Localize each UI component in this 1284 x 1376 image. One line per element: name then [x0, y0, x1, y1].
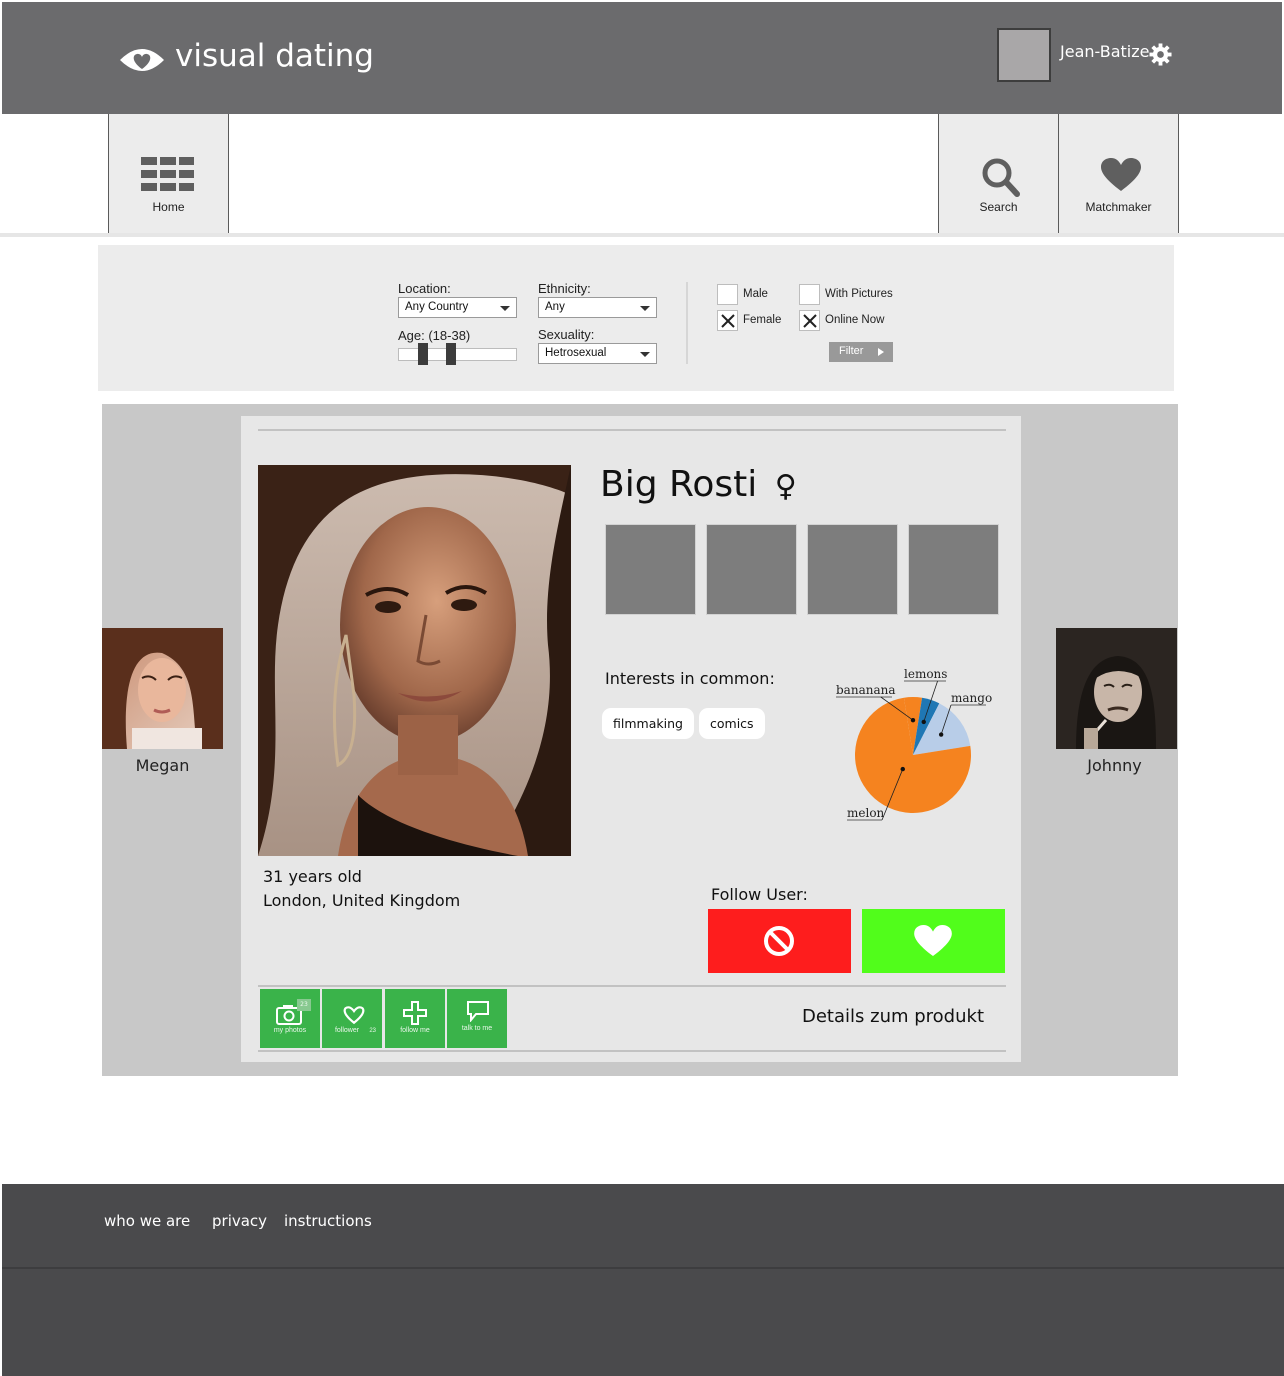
next-profile-name[interactable]: Johnny [1054, 756, 1175, 775]
card-top-rule [258, 429, 1006, 431]
my-photos-count: 23 [297, 999, 311, 1011]
user-name[interactable]: Jean-Batize [1060, 42, 1149, 61]
chevron-right-icon [878, 348, 884, 356]
eye-heart-logo-icon[interactable] [118, 44, 166, 76]
footer-divider [2, 1267, 1284, 1269]
chat-bubble-icon [467, 1001, 489, 1022]
profile-thumbnail[interactable] [807, 524, 898, 615]
pie-label-mango: mango [951, 691, 992, 705]
logo-text[interactable]: visual dating [175, 38, 374, 74]
search-icon [982, 158, 1020, 197]
prev-profile-name[interactable]: Megan [102, 756, 223, 775]
footer [2, 1184, 1284, 1376]
card-actions-rule-top [258, 985, 1006, 987]
male-checkbox[interactable] [717, 284, 738, 305]
interests-pie-chart: melon bananana lemons mango [836, 667, 992, 821]
filter-button-label: Filter [839, 345, 864, 357]
interest-tag[interactable]: comics [699, 708, 765, 739]
pie-leader-dot [921, 719, 926, 725]
plus-icon [403, 1001, 427, 1025]
settings-gear-icon[interactable] [1149, 43, 1172, 66]
filter-button[interactable]: Filter [829, 342, 893, 362]
location-value: Any Country [405, 301, 469, 313]
sexuality-label: Sexuality: [538, 327, 595, 342]
ethnicity-select[interactable]: Any [538, 297, 657, 318]
pie-label-bananana: bananana [836, 683, 895, 697]
check-x-icon [721, 314, 735, 328]
details-link[interactable]: Details zum produkt [802, 1006, 984, 1027]
nav-matchmaker-button[interactable]: Matchmaker [1058, 114, 1179, 234]
profile-age: 31 years old [263, 867, 362, 886]
age-label: Age: (18-38) [398, 328, 471, 343]
interests-title: Interests in common: [605, 669, 775, 688]
follow-like-button[interactable] [862, 909, 1005, 973]
female-gender-icon: ♀ [774, 469, 797, 504]
profile-main-photo[interactable] [258, 465, 571, 856]
follow-me-button[interactable]: follow me [385, 989, 445, 1048]
sexuality-select[interactable]: Hetrosexual [538, 343, 657, 364]
sexuality-value: Hetrosexual [545, 347, 607, 359]
heart-icon [1101, 158, 1141, 191]
footer-link-who-we-are[interactable]: who we are [104, 1212, 190, 1230]
profile-location: London, United Kingdom [263, 891, 461, 910]
pie-leader-dot [910, 718, 916, 723]
chevron-down-icon [640, 306, 650, 311]
profile-name: Big Rosti ♀ [600, 464, 797, 505]
nav-matchmaker-label: Matchmaker [1085, 200, 1152, 214]
block-user-button[interactable] [708, 909, 851, 973]
my-photos-button[interactable]: 23 my photos [260, 989, 320, 1048]
profile-thumbnail[interactable] [706, 524, 797, 615]
ethnicity-label: Ethnicity: [538, 281, 591, 296]
pie-leader-dot [900, 766, 905, 772]
female-checkbox[interactable] [717, 310, 738, 331]
footer-link-instructions[interactable]: instructions [284, 1212, 372, 1230]
profile-name-text: Big Rosti [600, 464, 758, 505]
location-select[interactable]: Any Country [398, 297, 517, 318]
nav-search-label: Search [979, 200, 1018, 214]
talk-to-me-button[interactable]: talk to me [447, 989, 507, 1048]
profile-thumbnail[interactable] [605, 524, 696, 615]
filter-panel [98, 245, 1174, 391]
online-now-label: Online Now [825, 314, 885, 326]
no-entry-icon [764, 926, 794, 956]
ethnicity-value: Any [545, 301, 565, 313]
profile-thumbnail[interactable] [908, 524, 999, 615]
talk-to-me-label: talk to me [461, 1025, 493, 1032]
user-avatar[interactable] [997, 28, 1051, 82]
footer-link-privacy[interactable]: privacy [212, 1212, 267, 1230]
nav-search-button[interactable]: Search [938, 114, 1059, 234]
prev-profile-photo[interactable] [102, 628, 223, 749]
age-slider-min-handle[interactable] [418, 343, 428, 365]
follow-me-label: follow me [400, 1027, 430, 1034]
card-actions-rule-bottom [258, 1050, 1006, 1052]
check-x-icon [803, 314, 817, 328]
pie-label-melon: melon [847, 806, 885, 820]
with-pictures-checkbox[interactable] [799, 284, 820, 305]
nav-home-button[interactable]: Home [108, 114, 229, 234]
age-slider-track[interactable] [398, 348, 517, 361]
follower-button[interactable]: follower 23 [322, 989, 382, 1048]
location-label: Location: [398, 281, 451, 296]
nav-divider [0, 233, 1284, 237]
grid-icon [141, 157, 194, 191]
interest-tag[interactable]: filmmaking [602, 708, 694, 739]
age-slider-max-handle[interactable] [446, 343, 456, 365]
follow-user-label: Follow User: [711, 885, 808, 904]
chevron-down-icon [500, 306, 510, 311]
nav-home-label: Home [152, 200, 185, 214]
pie-label-lemons: lemons [904, 667, 947, 681]
chevron-down-icon [640, 352, 650, 357]
heart-icon [914, 925, 952, 957]
male-label: Male [743, 288, 768, 300]
with-pictures-label: With Pictures [825, 288, 893, 300]
pie-leader-dot [938, 732, 944, 737]
next-profile-photo[interactable] [1056, 628, 1177, 749]
my-photos-label: my photos [273, 1027, 307, 1034]
heart-outline-icon [343, 1006, 365, 1025]
filter-separator [686, 282, 688, 364]
female-label: Female [743, 314, 782, 326]
follower-count: 23 [369, 1028, 376, 1034]
online-now-checkbox[interactable] [799, 310, 820, 331]
